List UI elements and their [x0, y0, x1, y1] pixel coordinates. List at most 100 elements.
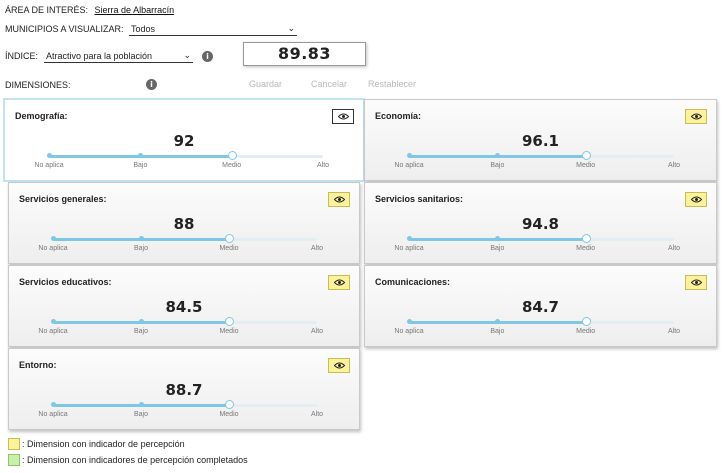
municipios-select[interactable]: Todos ⌄	[129, 23, 297, 36]
legend-perception-text: : Dimension con indicador de percepción	[22, 439, 185, 449]
view-button[interactable]	[328, 192, 350, 207]
slider-label: Alto	[667, 328, 681, 335]
dimension-card[interactable]: Comunicaciones: 84.7 No aplica Bajo Medio A…	[364, 265, 717, 347]
municipios-label: MUNICIPIOS A VISUALIZAR:	[5, 24, 124, 34]
slider-thumb[interactable]	[227, 151, 237, 160]
slider-thumb[interactable]	[225, 234, 234, 243]
eye-icon	[334, 362, 345, 369]
dimension-value: 96.1	[521, 132, 559, 150]
eye-icon	[334, 196, 345, 203]
info-icon[interactable]: i	[146, 79, 157, 90]
slider-tick	[407, 319, 412, 324]
slider-tick	[407, 236, 412, 241]
dimension-value: 88	[173, 215, 195, 233]
area-row: ÁREA DE INTERÉS: Sierra de Albarracín	[5, 5, 174, 15]
slider-tick	[139, 402, 144, 407]
slider-tick	[51, 319, 56, 324]
slider-label: Medio	[576, 328, 596, 335]
dimension-title: Demografía:	[15, 111, 68, 121]
view-button[interactable]	[685, 109, 707, 124]
dimension-card[interactable]: Servicios sanitarios: 94.8 No aplica Bajo…	[364, 182, 717, 264]
info-icon[interactable]: i	[202, 51, 213, 62]
eye-icon	[338, 113, 349, 120]
chevron-down-icon: ⌄	[287, 23, 295, 33]
reset-button[interactable]: Restablecer	[368, 79, 416, 89]
eye-icon	[691, 279, 702, 286]
slider-label: Medio	[576, 162, 596, 169]
slider-label: No aplica	[38, 328, 68, 335]
indice-label: ÍNDICE:	[5, 51, 39, 61]
level-slider[interactable]	[51, 317, 317, 326]
dimension-card[interactable]: Entorno: 88.7 No aplica Bajo Medio Alto	[8, 348, 360, 430]
eye-icon	[334, 279, 345, 286]
slider-thumb[interactable]	[581, 317, 591, 326]
legend-perception-swatch	[8, 438, 20, 450]
dimension-value: 94.8	[521, 215, 559, 233]
dimension-value: 88.7	[165, 381, 203, 399]
dimensiones-label: DIMENSIONES:	[5, 80, 71, 90]
dimension-title: Servicios generales:	[19, 194, 107, 204]
slider-thumb[interactable]	[581, 151, 591, 160]
level-slider[interactable]	[47, 151, 323, 160]
slider-label: Bajo	[133, 411, 149, 418]
level-slider[interactable]	[51, 234, 317, 243]
slider-tick	[139, 236, 144, 241]
slider-label: Alto	[310, 328, 324, 335]
slider-label: No aplica	[394, 162, 424, 169]
index-score: 89.83	[243, 42, 366, 66]
view-button[interactable]	[685, 192, 707, 207]
slider-label: Alto	[310, 411, 324, 418]
slider-tick	[47, 153, 52, 158]
dimension-card[interactable]: Servicios generales: 88 No aplica Bajo Med…	[8, 182, 360, 264]
indice-value: Atractivo para la población	[46, 51, 153, 61]
slider-label: Medio	[222, 162, 242, 169]
slider-label: Medio	[219, 411, 239, 418]
legend-completed-text: : Dimension con indicadores de percepció…	[22, 455, 248, 465]
slider-label: Bajo	[133, 245, 149, 252]
eye-icon	[691, 196, 702, 203]
dimension-card[interactable]: Servicios educativos: 84.5 No aplica Bajo…	[8, 265, 360, 347]
view-button[interactable]	[328, 275, 350, 290]
area-link[interactable]: Sierra de Albarracín	[95, 5, 175, 15]
slider-label: Bajo	[490, 245, 505, 252]
eye-icon	[691, 113, 702, 120]
dimension-value: 92	[173, 132, 195, 150]
slider-thumb[interactable]	[581, 234, 591, 243]
slider-thumb[interactable]	[225, 317, 234, 326]
dimension-card[interactable]: Demografía: 92 No aplica Bajo Medio Alto	[3, 98, 365, 182]
dimension-title: Economía:	[375, 111, 422, 121]
dimension-value: 84.7	[521, 298, 559, 316]
level-slider[interactable]	[407, 234, 674, 243]
view-button[interactable]	[328, 358, 350, 373]
dimension-title: Entorno:	[19, 360, 57, 370]
slider-label: Alto	[310, 245, 324, 252]
dimension-title: Servicios sanitarios:	[375, 194, 464, 204]
save-button[interactable]: Guardar	[249, 79, 282, 89]
cancel-button[interactable]: Cancelar	[311, 79, 347, 89]
slider-label: Medio	[219, 328, 239, 335]
slider-label: Bajo	[133, 162, 148, 169]
slider-label: No aplica	[34, 162, 64, 169]
chevron-down-icon: ⌄	[183, 50, 191, 60]
indice-select[interactable]: Atractivo para la población ⌄	[44, 50, 193, 63]
level-slider[interactable]	[51, 400, 317, 409]
slider-thumb[interactable]	[225, 400, 234, 409]
area-label: ÁREA DE INTERÉS:	[5, 5, 89, 15]
slider-tick	[139, 319, 144, 324]
slider-label: No aplica	[38, 245, 68, 252]
view-button[interactable]	[332, 109, 354, 124]
slider-tick	[407, 153, 412, 158]
slider-label: No aplica	[394, 245, 424, 252]
level-slider[interactable]	[407, 151, 674, 160]
slider-label: Alto	[667, 245, 681, 252]
slider-label: Bajo	[133, 328, 149, 335]
dimension-card[interactable]: Economía: 96.1 No aplica Bajo Medio Alto	[364, 99, 717, 181]
slider-label: Bajo	[490, 162, 505, 169]
view-button[interactable]	[685, 275, 707, 290]
dimension-value: 84.5	[165, 298, 203, 316]
dimension-title: Comunicaciones:	[375, 277, 451, 287]
slider-tick	[51, 402, 56, 407]
slider-label: No aplica	[394, 328, 424, 335]
slider-label: Medio	[219, 245, 239, 252]
level-slider[interactable]	[407, 317, 674, 326]
